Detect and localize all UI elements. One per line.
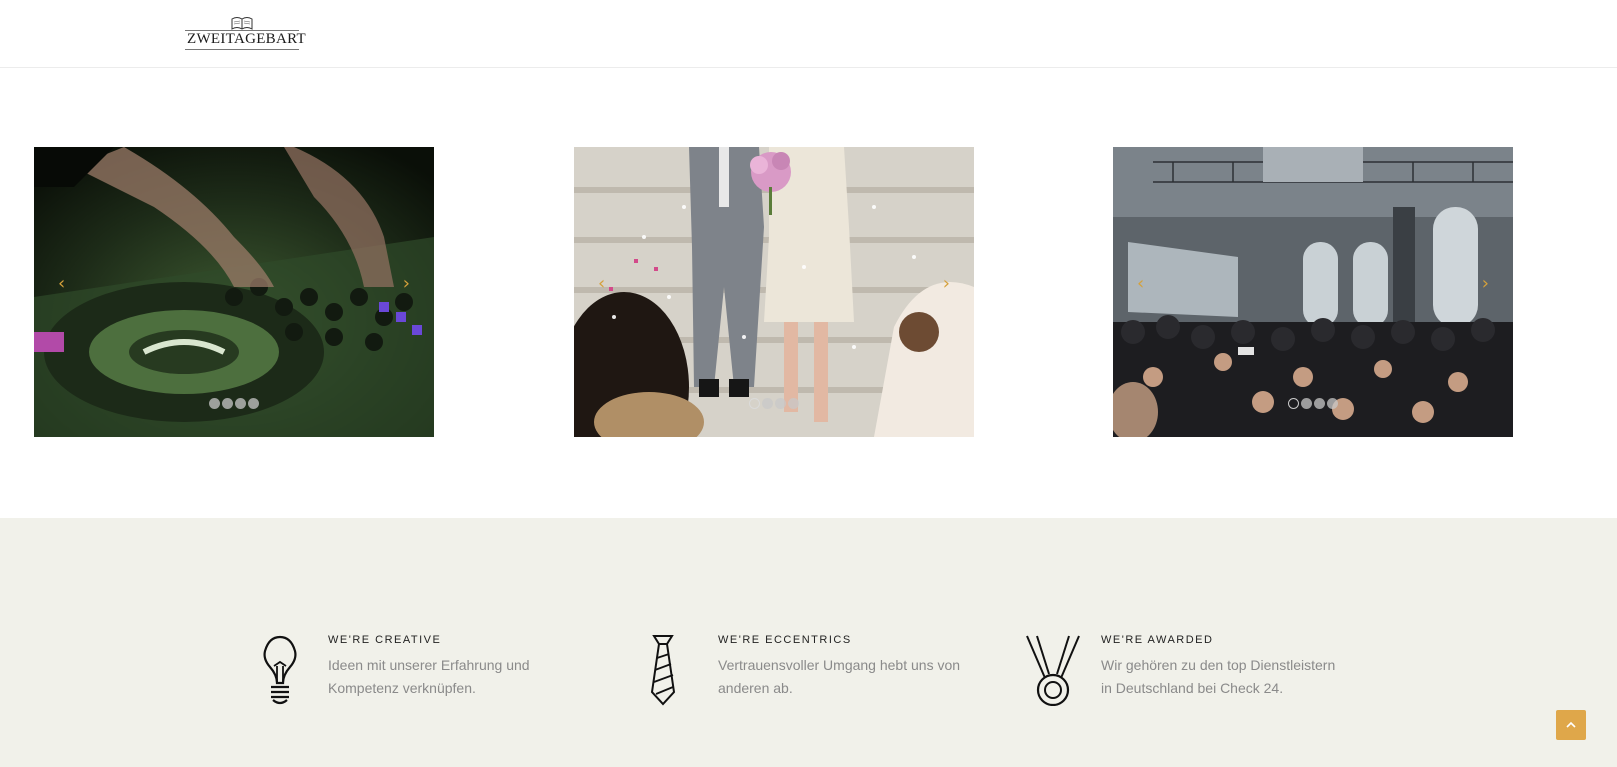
carousel-dot[interactable] (209, 398, 220, 409)
carousel-prev-arrow[interactable]: ‹ (58, 275, 65, 293)
carousel-prev-arrow[interactable]: ‹ (1137, 275, 1144, 293)
chevron-up-icon (1566, 721, 1576, 728)
carousel-next-arrow[interactable]: › (403, 275, 410, 293)
feature-text: Vertrauensvoller Umgang hebt uns von and… (718, 657, 961, 696)
feature-creative: WE'RE CREATIVE Ideen mit unserer Erfahru… (252, 634, 572, 714)
necktie-icon (650, 635, 676, 706)
carousel-dot[interactable] (775, 398, 786, 409)
carousel-dot[interactable] (788, 398, 799, 409)
carousel-dots (209, 398, 259, 409)
carousel-dot[interactable] (762, 398, 773, 409)
logo-rule-bottom (185, 49, 299, 50)
medal-icon (1026, 635, 1080, 706)
event-hall-crowd-photo (1113, 147, 1513, 437)
dj-mixer-photo (34, 147, 434, 437)
feature-text: Ideen mit unserer Erfahrung und Kompeten… (328, 657, 530, 696)
carousel-next-arrow[interactable]: › (1482, 275, 1489, 293)
carousel-dots (749, 398, 799, 409)
carousel-dot[interactable] (1301, 398, 1312, 409)
logo-text: ZWEITAGEBART (187, 31, 306, 47)
book-crest-icon (231, 17, 253, 30)
carousel-dot[interactable] (248, 398, 259, 409)
feature-text: Wir gehören zu den top Dienstleistern in… (1101, 657, 1336, 696)
carousel-dot[interactable] (1288, 398, 1299, 409)
feature-awarded: WE'RE AWARDED Wir gehören zu den top Die… (1025, 634, 1345, 714)
features-section: WE'RE CREATIVE Ideen mit unserer Erfahru… (0, 518, 1617, 767)
carousel-2[interactable]: ‹ › (574, 147, 974, 437)
lightbulb-icon (263, 635, 297, 705)
carousel-1[interactable]: ‹ › (34, 147, 434, 437)
carousel-dot[interactable] (1327, 398, 1338, 409)
carousel-dots (1288, 398, 1338, 409)
carousel-next-arrow[interactable]: › (943, 275, 950, 293)
feature-title: WE'RE ECCENTRICS (718, 634, 852, 646)
gallery-section: ‹ › ‹ › ‹ › (0, 68, 1617, 518)
carousel-dot[interactable] (235, 398, 246, 409)
carousel-dot[interactable] (749, 398, 760, 409)
site-logo[interactable]: ZWEITAGEBART (185, 14, 306, 54)
feature-title: WE'RE AWARDED (1101, 634, 1214, 646)
feature-title: WE'RE CREATIVE (328, 634, 442, 646)
site-header: ZWEITAGEBART (0, 0, 1617, 68)
wedding-couple-photo (574, 147, 974, 437)
scroll-to-top-button[interactable] (1556, 710, 1586, 740)
carousel-dot[interactable] (1314, 398, 1325, 409)
carousel-prev-arrow[interactable]: ‹ (598, 275, 605, 293)
carousel-3[interactable]: ‹ › (1113, 147, 1513, 437)
feature-eccentrics: WE'RE ECCENTRICS Vertrauensvoller Umgang… (642, 634, 962, 714)
carousel-dot[interactable] (222, 398, 233, 409)
